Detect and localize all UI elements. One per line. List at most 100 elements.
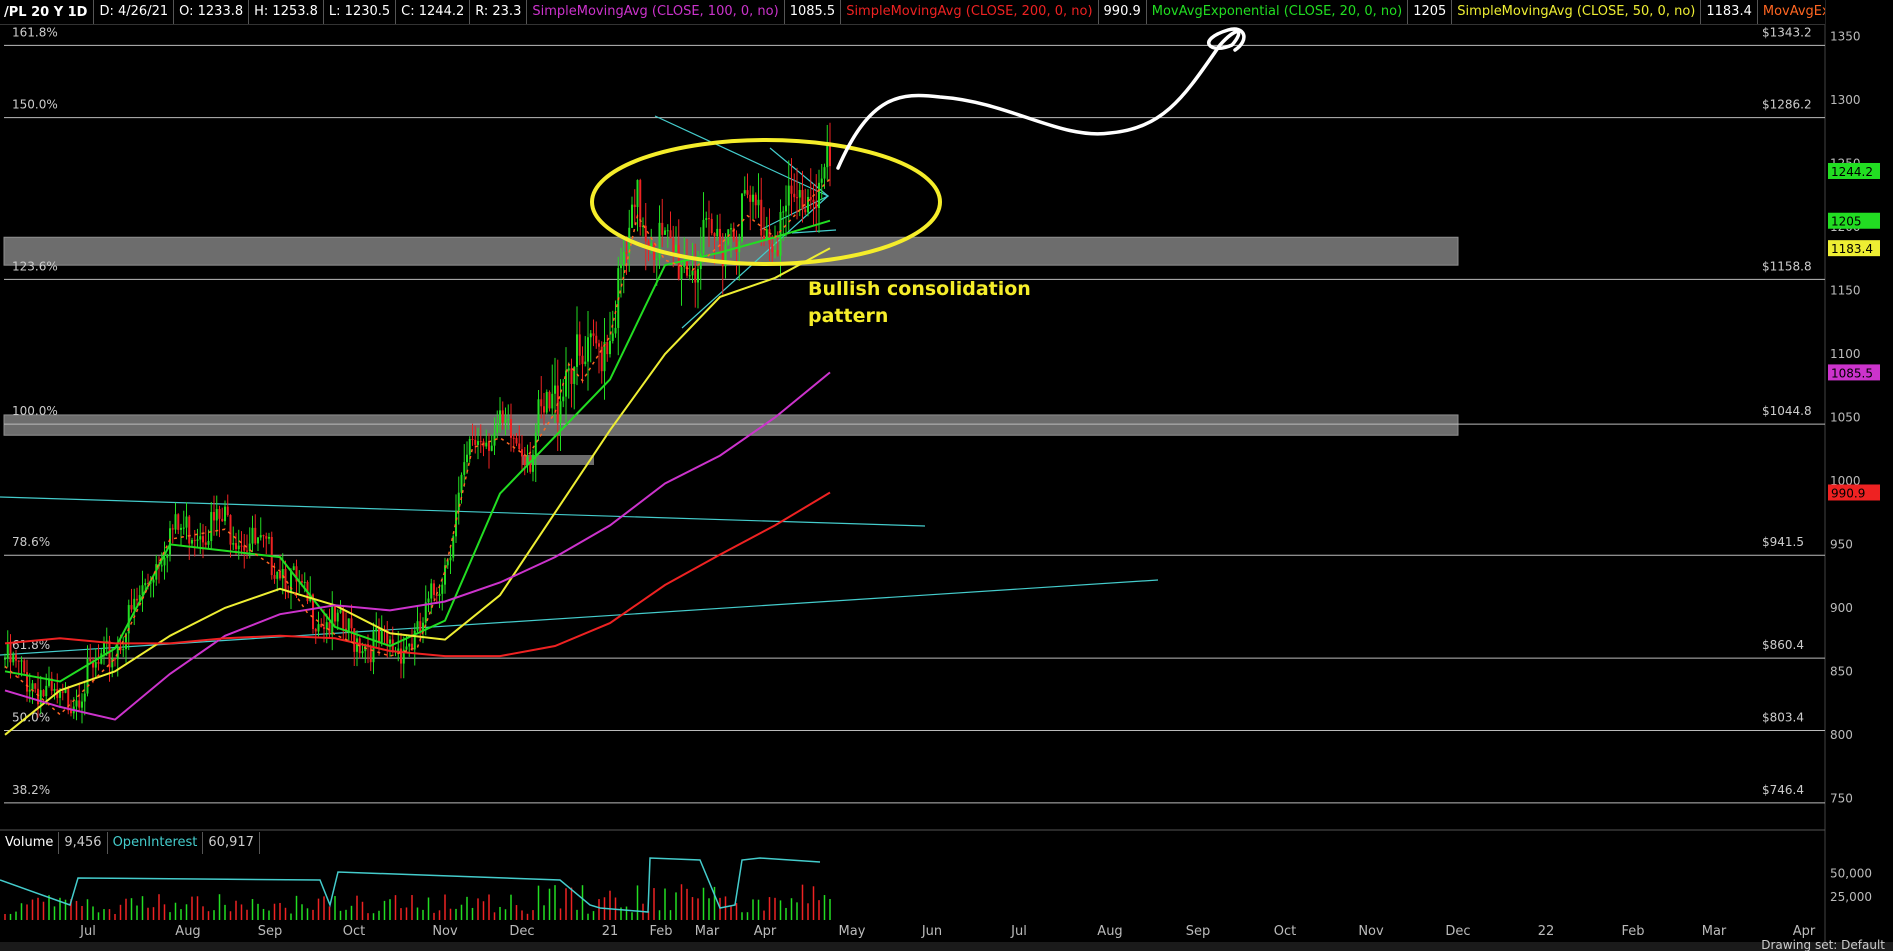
candle-body <box>589 333 592 338</box>
price-tag-label-0: 1244.2 <box>1831 165 1873 179</box>
candle-body <box>507 419 510 421</box>
candle-body <box>342 609 345 629</box>
candle-body <box>75 700 78 707</box>
candle-body <box>336 612 339 622</box>
candle-body <box>259 535 262 538</box>
candle-body <box>100 653 103 664</box>
candle-body <box>823 167 826 179</box>
candle-body <box>595 335 598 344</box>
study-ema20-label[interactable]: MovAvgExponential (CLOSE, 20, 0, no) <box>1145 0 1407 24</box>
candle-body <box>798 190 801 198</box>
candle-body <box>430 583 433 599</box>
volume-tick-label-1: 25,000 <box>1830 890 1872 904</box>
candle-body <box>237 545 240 550</box>
candle-body <box>708 218 710 220</box>
candle-body <box>331 604 334 635</box>
volume-label[interactable]: Volume <box>0 832 60 854</box>
candle-body <box>488 442 490 451</box>
x-tick-label-1: Aug <box>175 924 200 939</box>
study-ema8-label[interactable]: MovAvgExponential (CLOSE, 8, 0, no) <box>1756 0 1825 24</box>
candle-body <box>636 180 639 208</box>
candle-body <box>419 621 422 632</box>
volume-value: 9,456 <box>59 832 108 854</box>
candle-body <box>180 527 182 530</box>
candle-body <box>479 441 482 443</box>
annotation-line-1: Bullish consolidation <box>808 278 1031 300</box>
candle-body <box>268 536 270 539</box>
chart-stage[interactable]: 161.8% $1343.2 150.0% $1286.2 123.6% $1158.8 1… <box>0 0 1893 951</box>
candle-body <box>284 568 287 591</box>
symbol-label[interactable]: /PL 20 Y 1D <box>0 5 93 20</box>
candle-body <box>9 642 12 663</box>
candle-body <box>523 456 526 465</box>
candle-body <box>207 541 210 545</box>
candle-body <box>42 690 45 697</box>
support-zone-1[interactable] <box>3 414 1459 436</box>
candle-body <box>251 527 254 544</box>
study-sma200-label[interactable]: SimpleMovingAvg (CLOSE, 200, 0, no) <box>840 0 1097 24</box>
candle-body <box>694 270 697 283</box>
candle-body <box>45 685 48 697</box>
fib-pct-label-4: 78.6% <box>12 535 50 549</box>
candle-body <box>661 222 664 235</box>
candle-body <box>790 185 793 194</box>
fib-pct-label-2: 123.6% <box>12 259 58 273</box>
candle-body <box>455 510 457 537</box>
x-tick-label-12: Jul <box>1010 924 1027 939</box>
candle-body <box>4 658 6 660</box>
open-interest-label[interactable]: OpenInterest <box>108 832 204 854</box>
bottom-scrollbar[interactable] <box>0 942 1893 951</box>
study-sma100-label[interactable]: SimpleMovingAvg (CLOSE, 100, 0, no) <box>526 0 783 24</box>
candle-body <box>655 258 658 260</box>
candle-body <box>664 230 666 235</box>
candle-body <box>375 627 378 632</box>
drawing-set-status[interactable]: Drawing set: Default <box>1761 938 1885 951</box>
candle-body <box>576 334 578 367</box>
candle-body <box>490 445 493 451</box>
candle-body <box>314 629 317 632</box>
x-tick-label-3: Oct <box>343 924 365 939</box>
candle-body <box>400 648 402 664</box>
fib-pct-label-3: 100.0% <box>12 404 58 418</box>
candle-body <box>279 571 281 579</box>
candle-body <box>116 646 119 660</box>
y-tick-label-10: 850 <box>1830 664 1853 678</box>
candle-body <box>776 250 779 256</box>
candle-body <box>12 654 15 663</box>
candle-body <box>81 701 83 708</box>
fib-price-label-0: $1343.2 <box>1762 25 1812 39</box>
candle-body <box>691 270 694 276</box>
candle-body <box>174 514 177 530</box>
candle-body <box>246 550 248 552</box>
candle-body <box>633 204 636 208</box>
study-sma50-label[interactable]: SimpleMovingAvg (CLOSE, 50, 0, no) <box>1451 0 1700 24</box>
candle-body <box>229 515 232 545</box>
x-tick-label-15: Oct <box>1274 924 1296 939</box>
x-tick-label-21: Apr <box>1793 924 1816 939</box>
candle-body <box>353 628 356 652</box>
candle-body <box>70 710 72 714</box>
candle-body <box>83 693 86 702</box>
y-tick-label-12: 750 <box>1830 791 1853 805</box>
candle-body <box>622 251 625 265</box>
candle-body <box>457 492 460 511</box>
candle-body <box>735 239 738 253</box>
price-tag-label-1: 1205 <box>1831 215 1862 229</box>
candle-body <box>466 454 468 463</box>
x-tick-label-2: Sep <box>258 924 283 939</box>
price-chart[interactable]: 161.8% $1343.2 150.0% $1286.2 123.6% $1158.8 1… <box>0 0 1893 951</box>
fib-price-label-6: $803.4 <box>1762 710 1804 724</box>
candle-body <box>705 218 708 220</box>
candle-body <box>485 442 488 447</box>
fib-price-label-2: $1158.8 <box>1762 259 1812 273</box>
candle-body <box>768 229 771 245</box>
candle-body <box>441 584 444 594</box>
study-sma100-value: 1085.5 <box>783 0 841 24</box>
candle-body <box>771 244 774 253</box>
candle-body <box>683 261 686 267</box>
candle-body <box>587 337 589 362</box>
candle-body <box>108 640 111 668</box>
x-tick-label-18: 22 <box>1538 924 1555 939</box>
candle-body <box>449 557 452 561</box>
candle-body <box>804 209 807 213</box>
